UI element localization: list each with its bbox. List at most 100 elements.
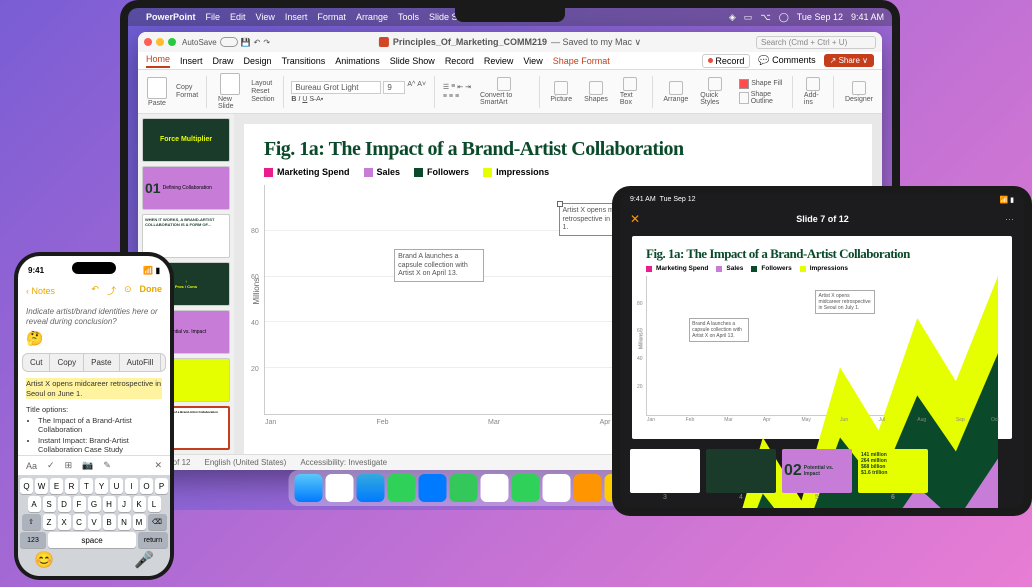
key-backspace[interactable]: ⌫ — [148, 514, 167, 530]
close-button[interactable]: ✕ — [630, 212, 640, 226]
comments-button[interactable]: 💬 Comments — [758, 55, 815, 66]
font-color[interactable]: A▪ — [316, 96, 323, 103]
dock-contacts[interactable] — [574, 474, 602, 502]
key-i[interactable]: I — [125, 478, 138, 494]
thumb-1[interactable]: Force Multiplier — [142, 118, 230, 162]
key-y[interactable]: Y — [95, 478, 108, 494]
addins-button[interactable] — [806, 77, 820, 91]
ipad-slide[interactable]: Fig. 1a: The Impact of a Brand-Artist Co… — [632, 236, 1012, 439]
key-w[interactable]: W — [35, 478, 48, 494]
dock-calendar[interactable] — [543, 474, 571, 502]
size-select[interactable]: 9 — [383, 81, 405, 94]
grow-font[interactable]: A^ — [407, 81, 415, 94]
save-location[interactable]: — Saved to my Mac ∨ — [551, 37, 641, 48]
dock-launchpad[interactable] — [326, 474, 354, 502]
tab-draw[interactable]: Draw — [213, 56, 234, 66]
shape-fill[interactable]: Shape Fill — [751, 80, 782, 87]
shape-fill-swatch[interactable] — [739, 79, 749, 89]
annotation-1[interactable]: Brand A launches a capsule collection wi… — [394, 249, 484, 282]
italic-button[interactable]: I — [298, 96, 300, 103]
menu-insert[interactable]: Insert — [285, 12, 308, 22]
copy-button[interactable]: Copy — [176, 84, 198, 91]
align-center[interactable]: ≡ — [449, 93, 453, 100]
bullets[interactable]: ☰ — [443, 83, 449, 91]
arrange-button[interactable] — [669, 81, 683, 95]
align-right[interactable]: ≡ — [455, 93, 459, 100]
ctx-cut[interactable]: Cut — [23, 354, 50, 371]
key-shift[interactable]: ⇧ — [22, 514, 41, 530]
menu-tools[interactable]: Tools — [398, 12, 419, 22]
key-n[interactable]: N — [118, 514, 131, 530]
redo-icon[interactable]: ↷ — [263, 38, 270, 47]
menu-view[interactable]: View — [256, 12, 275, 22]
notes-body[interactable]: Indicate artist/brand identities here or… — [18, 301, 170, 455]
save-icon[interactable]: 💾 — [241, 38, 251, 47]
numbering[interactable]: ≡ — [451, 83, 455, 91]
smartart-icon[interactable] — [497, 77, 511, 91]
undo-icon[interactable]: ↶ — [254, 38, 261, 47]
tab-shape-format[interactable]: Shape Format — [553, 56, 610, 66]
battery-icon[interactable]: ▭ — [744, 12, 753, 23]
user-icon[interactable]: ◯ — [779, 12, 789, 23]
key-p[interactable]: P — [155, 478, 168, 494]
key-o[interactable]: O — [140, 478, 153, 494]
key-u[interactable]: U — [110, 478, 123, 494]
underline-button[interactable]: U — [302, 96, 307, 103]
ipad-thumb-6[interactable]: 141 million264 million $68 billion$1.6 t… — [858, 449, 928, 493]
tab-home[interactable]: Home — [146, 54, 170, 68]
tab-view[interactable]: View — [523, 56, 542, 66]
ctx-more[interactable]: > — [161, 354, 166, 371]
tab-design[interactable]: Design — [244, 56, 272, 66]
key-z[interactable]: Z — [43, 514, 56, 530]
share-button[interactable]: ↗ Share ∨ — [824, 54, 874, 67]
search-field[interactable]: Search (Cmd + Ctrl + U) — [756, 36, 876, 49]
close-button[interactable] — [144, 38, 152, 46]
dock-safari[interactable] — [357, 474, 385, 502]
ctx-paste[interactable]: Paste — [84, 354, 119, 371]
section-button[interactable]: Section — [251, 96, 274, 103]
tab-record[interactable]: Record — [445, 56, 474, 66]
more-button[interactable]: ⋯ — [1005, 214, 1014, 225]
thumb-3[interactable]: WHEN IT WORKS, A BRAND-ARTIST COLLABORAT… — [142, 214, 230, 258]
menu-edit[interactable]: Edit — [230, 12, 246, 22]
ipad-thumb-4[interactable]: 4 — [706, 449, 776, 493]
reset-button[interactable]: Reset — [251, 88, 274, 95]
document-title[interactable]: Principles_Of_Marketing_COMM219 — [393, 37, 547, 47]
menu-format[interactable]: Format — [317, 12, 346, 22]
menubar-app[interactable]: PowerPoint — [146, 12, 196, 22]
key-k[interactable]: K — [133, 496, 146, 512]
done-button[interactable]: Done — [140, 284, 163, 297]
tab-animations[interactable]: Animations — [335, 56, 380, 66]
format-text[interactable]: Aa — [26, 461, 37, 471]
title-opt-2[interactable]: Instant Impact: Brand-Artist Collaborati… — [38, 436, 162, 454]
control-center-icon[interactable]: ⌥ — [760, 12, 770, 23]
picture-button[interactable] — [554, 81, 568, 95]
key-a[interactable]: A — [28, 496, 41, 512]
key-d[interactable]: D — [58, 496, 71, 512]
key-return[interactable]: return — [138, 532, 168, 548]
layout-button[interactable]: Layout — [251, 80, 274, 87]
shape-outline[interactable]: Shape Outline — [751, 91, 784, 105]
shape-outline-swatch[interactable] — [739, 92, 749, 104]
tab-slideshow[interactable]: Slide Show — [390, 56, 435, 66]
ctx-copy[interactable]: Copy — [50, 354, 84, 371]
shapes-button[interactable] — [589, 81, 603, 95]
key-b[interactable]: B — [103, 514, 116, 530]
key-t[interactable]: T — [80, 478, 93, 494]
table-icon[interactable]: ⊞ — [65, 460, 73, 471]
undo-icon[interactable]: ↶ — [91, 284, 99, 297]
camera-icon[interactable]: 📷 — [82, 460, 93, 471]
minimize-button[interactable] — [156, 38, 164, 46]
record-button[interactable]: Record — [702, 54, 750, 68]
tab-review[interactable]: Review — [484, 56, 514, 66]
share-icon[interactable]: ⤴ — [107, 284, 116, 297]
format-painter[interactable]: Format — [176, 92, 198, 99]
menubar-date[interactable]: Tue Sep 12 — [797, 12, 843, 22]
dock-finder[interactable] — [295, 474, 323, 502]
indent-inc[interactable]: ⇥ — [465, 83, 471, 91]
selected-text[interactable]: Artist X opens midcareer retrospective i… — [26, 378, 162, 400]
dock-messages[interactable] — [388, 474, 416, 502]
key-v[interactable]: V — [88, 514, 101, 530]
key-r[interactable]: R — [65, 478, 78, 494]
thumb-2[interactable]: 01Defining Collaboration — [142, 166, 230, 210]
